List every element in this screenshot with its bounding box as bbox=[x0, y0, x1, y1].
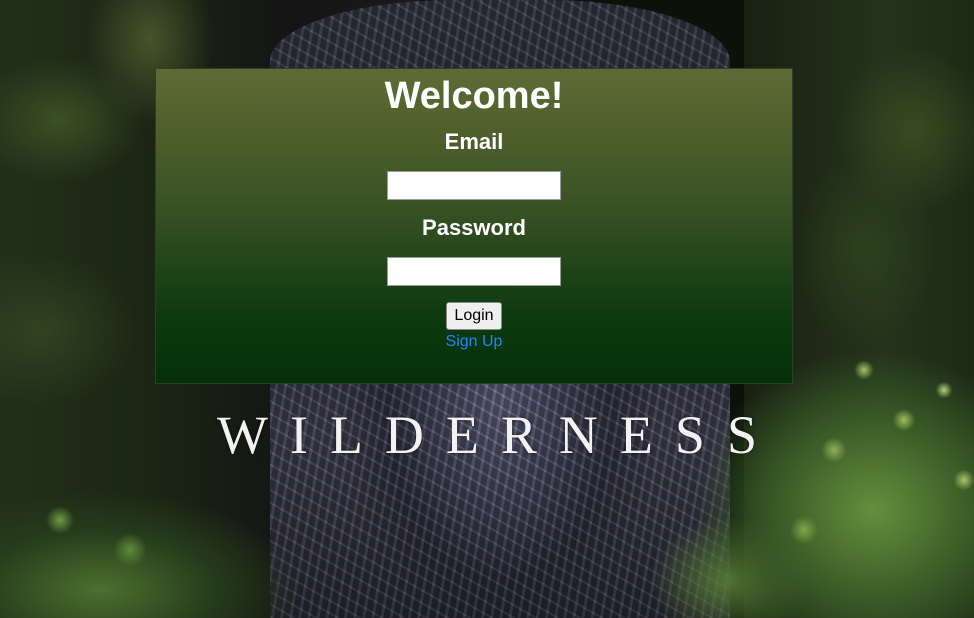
sign-up-link[interactable]: Sign Up bbox=[446, 333, 503, 351]
login-panel: Welcome! Email Password Login Sign Up bbox=[155, 68, 793, 384]
welcome-heading: Welcome! bbox=[384, 75, 564, 117]
bottom-left-ferns bbox=[0, 480, 340, 618]
page-background: WILDERNESS Welcome! Email Password Login… bbox=[0, 0, 974, 618]
email-label: Email bbox=[444, 129, 504, 154]
password-label: Password bbox=[422, 215, 526, 240]
login-button[interactable]: Login bbox=[446, 302, 502, 330]
email-field[interactable] bbox=[387, 171, 561, 200]
password-field[interactable] bbox=[387, 257, 561, 286]
wilderness-watermark: WILDERNESS bbox=[217, 405, 779, 465]
